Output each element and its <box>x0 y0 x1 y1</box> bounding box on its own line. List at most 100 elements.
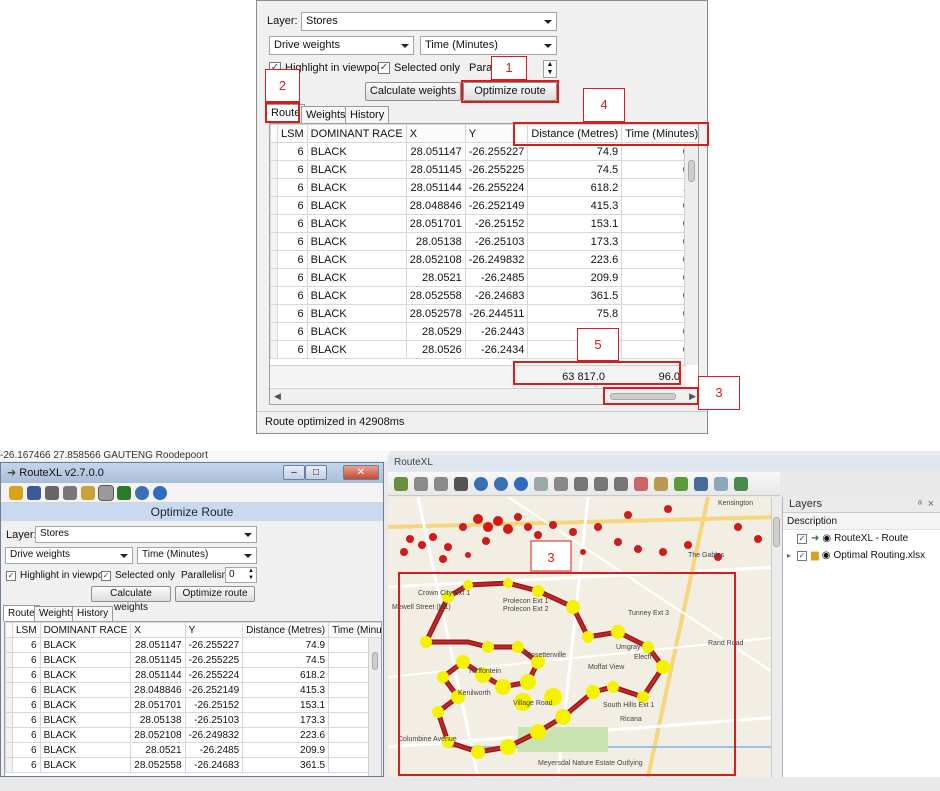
table-row[interactable]: 6BLACK28.051144-26.255224618.21.0 <box>5 667 381 683</box>
vertical-scrollbar[interactable] <box>684 144 698 365</box>
pin-icon[interactable]: ᵃ <box>918 498 922 510</box>
tab-history[interactable]: History <box>72 606 114 621</box>
row-header[interactable] <box>5 757 13 773</box>
table-row[interactable]: 6BLACK28.048846-26.252149415.30.7 <box>5 682 381 698</box>
row-header[interactable] <box>5 712 13 728</box>
table-row[interactable]: 6BLACK28.051145-26.25522574.50.1 <box>270 160 698 179</box>
save-icon[interactable] <box>27 486 41 500</box>
buffer-icon[interactable] <box>674 477 688 491</box>
layer-item-route[interactable]: ✓ ➜ ◉ RouteXL - Route <box>783 530 940 547</box>
row-header[interactable] <box>270 340 278 359</box>
highlight-checkbox[interactable]: ✓ <box>6 570 16 581</box>
col-time[interactable]: Time (Minutes) <box>328 622 381 638</box>
row-header[interactable] <box>270 286 278 305</box>
table-row[interactable]: 6BLACK28.052558-26.24683361.50.5 <box>270 286 698 305</box>
table-row[interactable]: 6BLACK28.051145-26.25522574.50.1 <box>5 652 381 668</box>
selected-only-option[interactable]: ✓ Selected only <box>378 62 460 74</box>
row-header[interactable] <box>270 304 278 323</box>
row-header[interactable] <box>270 250 278 269</box>
optimize-icon[interactable] <box>98 485 114 501</box>
row-header[interactable] <box>270 268 278 287</box>
select-rectangle-icon[interactable] <box>574 477 588 491</box>
table-row[interactable]: 6BLACK28.048846-26.252149415.30.7 <box>270 196 698 215</box>
table-row[interactable]: 6BLACK28.051701-26.25152153.10.2 <box>270 214 698 233</box>
select-polygon-icon[interactable] <box>594 477 608 491</box>
time-unit-select[interactable]: Time (Minutes) <box>420 36 557 55</box>
row-header[interactable] <box>270 322 278 341</box>
scroll-left-icon[interactable]: ◀ <box>274 391 281 402</box>
minimize-button[interactable]: – <box>283 465 305 480</box>
row-header[interactable] <box>5 667 13 683</box>
row-header[interactable] <box>270 232 278 251</box>
stepper-arrows-icon[interactable]: ▲ ▼ <box>248 568 254 582</box>
route-tool-icon[interactable] <box>45 486 59 500</box>
layer-select[interactable]: Stores <box>35 526 257 543</box>
row-header[interactable] <box>270 178 278 197</box>
row-header[interactable] <box>5 742 13 758</box>
table-row[interactable]: 6BLACK28.051701-26.25152153.10.2 <box>5 697 381 713</box>
open-icon[interactable] <box>9 486 23 500</box>
col-lsm[interactable]: LSM <box>12 622 41 638</box>
table-row[interactable]: 6BLACK28.052558-26.24683361.50.5 <box>5 757 381 773</box>
row-header[interactable] <box>5 727 13 743</box>
time-unit-select[interactable]: Time (Minutes) <box>137 547 257 564</box>
col-lsm[interactable]: LSM <box>277 124 308 143</box>
weights-select[interactable]: Drive weights <box>269 36 414 55</box>
layer-select[interactable]: Stores <box>301 12 557 31</box>
optimize-route-button[interactable]: Optimize route <box>175 586 255 602</box>
globe-back-icon[interactable] <box>474 477 488 491</box>
select-icon[interactable] <box>534 477 548 491</box>
settings-icon[interactable] <box>81 486 95 500</box>
table-row[interactable]: 6BLACK28.052108-26.249832223.60.3 <box>5 727 381 743</box>
zoom-in-icon[interactable] <box>414 477 428 491</box>
select-lasso-icon[interactable] <box>614 477 628 491</box>
col-y[interactable]: Y <box>184 622 244 638</box>
map-vertical-scrollbar[interactable] <box>771 497 781 777</box>
row-header[interactable] <box>5 697 13 713</box>
row-header[interactable] <box>270 196 278 215</box>
move-icon[interactable] <box>454 477 468 491</box>
globe-icon[interactable] <box>135 486 149 500</box>
calculate-weights-button[interactable]: Calculate weights <box>91 586 171 613</box>
tab-history[interactable]: History <box>345 106 390 123</box>
table-row[interactable]: 6BLACK28.0529-26.24430.3 <box>270 322 698 341</box>
row-header[interactable] <box>5 682 13 698</box>
cursor-icon[interactable] <box>554 477 568 491</box>
table-row[interactable]: 6BLACK28.0521-26.2485209.90.3 <box>270 268 698 287</box>
eye-icon[interactable]: ◉ <box>822 550 831 561</box>
row-header[interactable] <box>270 142 278 161</box>
col-dominant-race[interactable]: DOMINANT RACE <box>306 124 407 143</box>
selected-only-option[interactable]: ✓ Selected only <box>101 570 175 581</box>
tab-weights[interactable]: Weights <box>301 106 351 123</box>
table-row[interactable]: 6BLACK28.05138-26.25103173.30.3 <box>270 232 698 251</box>
selected-only-checkbox[interactable]: ✓ <box>101 570 111 581</box>
close-button[interactable]: ✕ <box>343 465 379 480</box>
vertical-scrollbar[interactable] <box>368 638 381 776</box>
table-row[interactable]: 6BLACK28.051144-26.255224618.21.0 <box>270 178 698 197</box>
row-header[interactable] <box>270 160 278 179</box>
row-header[interactable] <box>5 652 13 668</box>
table-row[interactable]: 6BLACK28.05138-26.25103173.30.3 <box>5 712 381 728</box>
row-header[interactable] <box>270 214 278 233</box>
clear-selection-icon[interactable] <box>634 477 648 491</box>
col-x[interactable]: X <box>405 124 466 143</box>
table-row[interactable]: 6BLACK28.0526-26.24340.2 <box>270 340 698 359</box>
col-distance[interactable]: Distance (Metres) <box>242 622 330 638</box>
close-icon[interactable]: × <box>928 498 934 510</box>
selected-only-checkbox[interactable]: ✓ <box>378 62 390 74</box>
info-icon[interactable] <box>514 477 528 491</box>
export-route-icon[interactable] <box>117 486 131 500</box>
eye-icon[interactable]: ◉ <box>822 533 831 544</box>
expand-arrow-icon[interactable]: ▸ <box>787 551 797 560</box>
stepper-up-icon[interactable]: ▲ <box>544 61 556 69</box>
col-x[interactable]: X <box>130 622 186 638</box>
print-icon[interactable] <box>714 477 728 491</box>
table-row[interactable]: 6BLACK28.051147-26.25522774.90.1 <box>5 637 381 653</box>
col-dominant-race[interactable]: DOMINANT RACE <box>39 622 132 638</box>
vertical-scroll-thumb[interactable] <box>372 652 378 670</box>
measure-icon[interactable] <box>654 477 668 491</box>
layer-visible-checkbox[interactable]: ✓ <box>797 550 807 561</box>
calculate-weights-button[interactable]: Calculate weights <box>365 82 461 101</box>
row-header[interactable] <box>5 637 13 653</box>
layer-visible-checkbox[interactable]: ✓ <box>797 533 807 544</box>
